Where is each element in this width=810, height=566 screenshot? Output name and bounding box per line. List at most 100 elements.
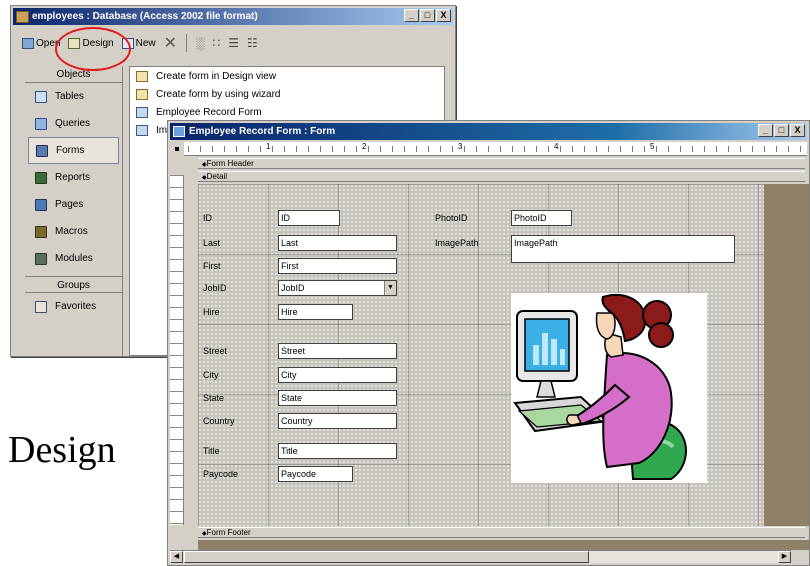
textbox-id[interactable]: ID — [278, 210, 340, 226]
object-pages[interactable]: Pages — [25, 191, 122, 218]
label-state[interactable]: State — [201, 390, 271, 406]
object-label: Reports — [55, 172, 91, 183]
object-macros[interactable]: Macros — [25, 218, 122, 245]
details-view-icon[interactable]: ☷ — [244, 36, 261, 50]
horizontal-ruler[interactable]: 1 2 3 4 5 — [170, 142, 807, 156]
label-first[interactable]: First — [201, 258, 271, 274]
form-footer-area — [198, 540, 809, 550]
combo-jobid-value: JobID — [281, 283, 305, 293]
database-window-titlebar[interactable]: employees : Database (Access 2002 file f… — [13, 8, 453, 25]
macro-icon — [35, 225, 47, 238]
textbox-city[interactable]: City — [278, 367, 397, 383]
objects-pane: Objects Tables Queries Forms Reports Pag… — [25, 66, 123, 356]
object-label: Forms — [56, 145, 85, 156]
database-icon — [16, 10, 29, 23]
scroll-left-icon[interactable]: ◀ — [170, 551, 183, 563]
label-imagepath[interactable]: ImagePath — [433, 235, 503, 251]
form-selector[interactable] — [170, 142, 184, 156]
label-last[interactable]: Last — [201, 235, 271, 251]
toolbar-separator — [186, 34, 188, 52]
wizard-icon — [136, 88, 148, 100]
groups-header: Groups — [25, 276, 122, 293]
small-icons-icon[interactable]: ∷ — [210, 36, 224, 50]
page-icon — [35, 198, 47, 211]
minimize-button[interactable]: _ — [758, 124, 773, 137]
close-button[interactable]: X — [436, 9, 451, 22]
label-jobid[interactable]: JobID — [201, 280, 271, 296]
form-footer-bar[interactable]: Form Footer — [198, 527, 805, 538]
group-favorites[interactable]: Favorites — [25, 293, 122, 320]
detail-background — [764, 184, 809, 526]
textbox-imagepath[interactable]: ImagePath — [511, 235, 735, 263]
list-item-design-view[interactable]: Create form in Design view — [130, 67, 444, 85]
object-forms[interactable]: Forms — [28, 137, 119, 164]
query-icon — [35, 117, 47, 130]
label-paycode[interactable]: Paycode — [201, 466, 271, 482]
label-photoid[interactable]: PhotoID — [433, 210, 503, 226]
list-view-icon[interactable]: ☰ — [225, 36, 242, 50]
form-icon — [36, 144, 48, 157]
table-icon — [35, 90, 47, 103]
wizard-icon — [136, 70, 148, 82]
module-icon — [35, 252, 47, 265]
textbox-title[interactable]: Title — [278, 443, 397, 459]
new-button-label: New — [135, 37, 156, 49]
design-highlight-circle — [55, 27, 131, 71]
list-item-label: Im — [156, 124, 168, 136]
employee-photo-image[interactable] — [511, 293, 707, 483]
group-label: Favorites — [55, 301, 97, 312]
maximize-button[interactable]: □ — [420, 9, 435, 22]
textbox-photoid[interactable]: PhotoID — [511, 210, 572, 226]
label-id[interactable]: ID — [201, 210, 271, 226]
object-label: Pages — [55, 199, 84, 210]
label-street[interactable]: Street — [201, 343, 271, 359]
label-hire[interactable]: Hire — [201, 304, 271, 320]
form-header-bar[interactable]: Form Header — [198, 158, 805, 169]
object-queries[interactable]: Queries — [25, 110, 122, 137]
minimize-button[interactable]: _ — [404, 9, 419, 22]
list-item-wizard[interactable]: Create form by using wizard — [130, 85, 444, 103]
horizontal-scrollbar[interactable]: ◀ ▶ — [170, 550, 791, 563]
close-button[interactable]: X — [790, 124, 805, 137]
dropdown-arrow-icon[interactable]: ▼ — [384, 281, 396, 295]
object-tables[interactable]: Tables — [25, 83, 122, 110]
label-country[interactable]: Country — [201, 413, 271, 429]
design-caption: Design — [8, 429, 116, 471]
ruler-ticks — [188, 146, 807, 152]
textbox-hire[interactable]: Hire — [278, 304, 353, 320]
form-window-titlebar[interactable]: Employee Record Form : Form _ □ X — [170, 123, 807, 140]
textbox-state[interactable]: State — [278, 390, 397, 406]
detail-bar[interactable]: Detail — [198, 171, 805, 182]
label-city[interactable]: City — [201, 367, 271, 383]
object-reports[interactable]: Reports — [25, 164, 122, 191]
form-icon — [136, 124, 148, 136]
object-label: Tables — [55, 91, 84, 102]
ruler-number: 3 — [458, 142, 463, 151]
list-item-label: Create form by using wizard — [156, 88, 281, 100]
textbox-first[interactable]: First — [278, 258, 397, 274]
maximize-button[interactable]: □ — [774, 124, 789, 137]
object-modules[interactable]: Modules — [25, 245, 122, 272]
scroll-thumb[interactable] — [184, 551, 589, 563]
list-item-employee-record-form[interactable]: Employee Record Form — [130, 103, 444, 121]
combo-jobid[interactable]: JobID ▼ — [278, 280, 397, 296]
object-label: Macros — [55, 226, 88, 237]
delete-icon[interactable]: ✕ — [161, 33, 180, 53]
textbox-paycode[interactable]: Paycode — [278, 466, 353, 482]
list-item-label: Employee Record Form — [156, 106, 262, 118]
label-title[interactable]: Title — [201, 443, 271, 459]
ruler-number: 4 — [554, 142, 559, 151]
textbox-last[interactable]: Last — [278, 235, 397, 251]
vertical-ruler[interactable] — [170, 175, 184, 525]
ruler-number: 5 — [650, 142, 655, 151]
large-icons-icon[interactable]: ░ — [193, 36, 208, 50]
textbox-street[interactable]: Street — [278, 343, 397, 359]
form-design-window: Employee Record Form : Form _ □ X 1 2 3 … — [167, 120, 810, 566]
scroll-right-icon[interactable]: ▶ — [778, 551, 791, 563]
object-label: Modules — [55, 253, 93, 264]
database-window-title: employees : Database (Access 2002 file f… — [32, 11, 258, 22]
report-icon — [35, 171, 47, 184]
open-icon — [22, 37, 34, 49]
ruler-number: 2 — [362, 142, 367, 151]
textbox-country[interactable]: Country — [278, 413, 397, 429]
